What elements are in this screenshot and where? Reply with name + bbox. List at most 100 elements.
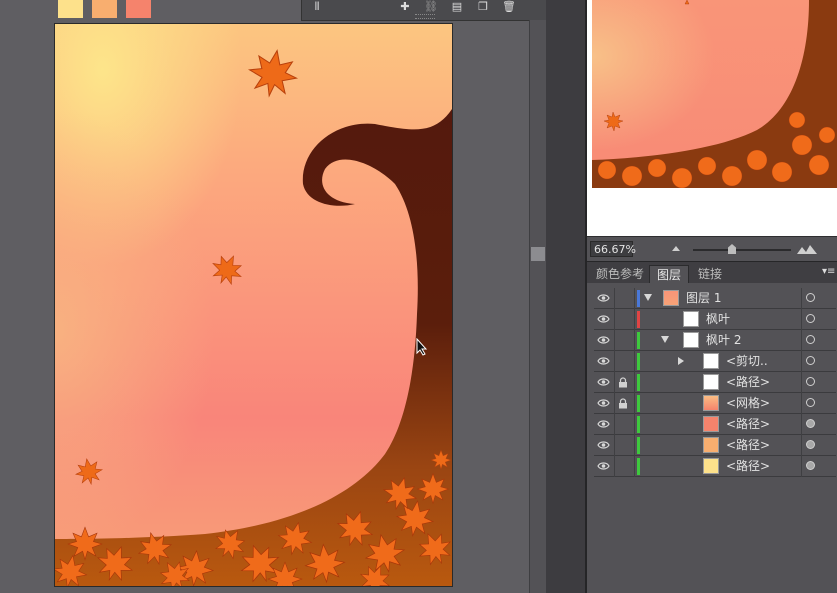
- column-divider: [634, 330, 635, 351]
- mouse-cursor-icon: [416, 337, 428, 359]
- layer-name[interactable]: 图层 1: [686, 288, 721, 309]
- column-divider: [801, 330, 802, 351]
- layer-name[interactable]: <路径>: [726, 372, 770, 393]
- layer-row[interactable]: <路径>: [594, 372, 836, 393]
- layer-name[interactable]: 枫叶 2: [706, 330, 741, 351]
- layer-row[interactable]: 图层 1: [594, 288, 836, 309]
- layer-thumbnail: [703, 374, 719, 390]
- panel-menu-icon[interactable]: ▾≡: [822, 267, 835, 277]
- layer-row[interactable]: <网格>: [594, 393, 836, 414]
- collapse-arrow-icon[interactable]: [661, 336, 669, 343]
- duplicate-icon[interactable]: ❐: [476, 1, 490, 13]
- layer-thumbnail: [703, 353, 719, 369]
- layer-row[interactable]: <剪切..: [594, 351, 836, 372]
- zoom-input[interactable]: 66.67%: [590, 241, 636, 257]
- layer-thumbnail: [703, 437, 719, 453]
- layer-name[interactable]: <剪切..: [726, 351, 768, 372]
- layer-color-bar: [637, 458, 640, 475]
- align-icon[interactable]: ⫴: [310, 1, 324, 13]
- layer-row[interactable]: <路径>: [594, 414, 836, 435]
- column-divider: [801, 435, 802, 456]
- lock-icon[interactable]: [618, 398, 628, 409]
- column-divider: [614, 351, 615, 372]
- column-divider: [801, 372, 802, 393]
- tab-0[interactable]: 颜色参考: [589, 265, 651, 284]
- visibility-eye-icon[interactable]: [597, 397, 610, 409]
- layer-target-icon[interactable]: [806, 398, 815, 407]
- swatch-yellow[interactable]: [58, 0, 83, 18]
- layer-target-icon[interactable]: [806, 356, 815, 365]
- visibility-eye-icon[interactable]: [597, 418, 610, 430]
- column-divider: [801, 393, 802, 414]
- column-divider: [614, 372, 615, 393]
- visibility-eye-icon[interactable]: [597, 334, 610, 346]
- canvas-scrollbar[interactable]: [529, 20, 546, 593]
- expand-arrow-icon[interactable]: [678, 357, 684, 365]
- layer-color-bar: [637, 290, 640, 307]
- column-divider: [801, 456, 802, 477]
- column-divider: [634, 393, 635, 414]
- visibility-eye-icon[interactable]: [597, 460, 610, 472]
- layer-thumbnail: [703, 458, 719, 474]
- zoom-slider[interactable]: [693, 249, 791, 251]
- layer-name[interactable]: <路径>: [726, 456, 770, 477]
- navigator-preview[interactable]: [587, 0, 837, 236]
- artboard[interactable]: [54, 23, 453, 587]
- layer-name[interactable]: <路径>: [726, 414, 770, 435]
- layer-target-icon[interactable]: [806, 377, 815, 386]
- layer-color-bar: [637, 416, 640, 433]
- layer-name[interactable]: <路径>: [726, 435, 770, 456]
- transform-icon[interactable]: ✚: [398, 1, 412, 13]
- resize-grip[interactable]: [415, 14, 435, 19]
- layer-color-bar: [637, 332, 640, 349]
- column-divider: [614, 309, 615, 330]
- link-icon[interactable]: ⛓: [424, 1, 438, 13]
- tab-1[interactable]: 图层: [649, 265, 690, 284]
- layer-thumbnail: [663, 290, 679, 306]
- column-divider: [614, 435, 615, 456]
- lock-icon[interactable]: [618, 377, 628, 388]
- column-divider: [614, 330, 615, 351]
- delete-icon[interactable]: 🗑: [502, 1, 516, 13]
- layer-row[interactable]: 枫叶 2: [594, 330, 836, 351]
- column-divider: [801, 309, 802, 330]
- swatch-orange[interactable]: [92, 0, 117, 18]
- layer-color-bar: [637, 353, 640, 370]
- layer-row[interactable]: <路径>: [594, 456, 836, 477]
- tab-2[interactable]: 链接: [691, 265, 729, 284]
- layer-thumbnail: [683, 311, 699, 327]
- layer-target-icon[interactable]: [806, 335, 815, 344]
- visibility-eye-icon[interactable]: [597, 439, 610, 451]
- scrollbar-thumb[interactable]: [531, 247, 545, 261]
- column-divider: [634, 372, 635, 393]
- column-divider: [801, 414, 802, 435]
- layer-target-icon[interactable]: [806, 461, 815, 470]
- layer-target-icon[interactable]: [806, 440, 815, 449]
- column-divider: [614, 288, 615, 309]
- layer-thumbnail: [683, 332, 699, 348]
- layer-target-icon[interactable]: [806, 419, 815, 428]
- layer-thumbnail: [703, 395, 719, 411]
- collapse-arrow-icon[interactable]: [644, 294, 652, 301]
- zoom-slider-knob[interactable]: [728, 244, 736, 254]
- layer-row[interactable]: 枫叶: [594, 309, 836, 330]
- layers-panel: 图层 1 枫叶 枫叶 2 <剪切.. <路径> <网格> <路径> <路径> <路径>: [587, 283, 837, 593]
- new-page-icon[interactable]: ▤: [450, 1, 464, 13]
- swatch-salmon[interactable]: [126, 0, 151, 18]
- layer-color-bar: [637, 374, 640, 391]
- visibility-eye-icon[interactable]: [597, 313, 610, 325]
- layer-row[interactable]: <路径>: [594, 435, 836, 456]
- navigator-thumbnail: [592, 0, 837, 236]
- layer-name[interactable]: <网格>: [726, 393, 770, 414]
- navigator-zoom-bar: 66.67%: [587, 236, 837, 261]
- layer-target-icon[interactable]: [806, 293, 815, 302]
- layer-target-icon[interactable]: [806, 314, 815, 323]
- layer-name[interactable]: 枫叶: [706, 309, 730, 330]
- visibility-eye-icon[interactable]: [597, 292, 610, 304]
- visibility-eye-icon[interactable]: [597, 355, 610, 367]
- zoom-out-icon[interactable]: [672, 246, 680, 251]
- column-divider: [634, 309, 635, 330]
- artwork: [55, 24, 452, 586]
- zoom-in-icon[interactable]: [797, 243, 817, 254]
- visibility-eye-icon[interactable]: [597, 376, 610, 388]
